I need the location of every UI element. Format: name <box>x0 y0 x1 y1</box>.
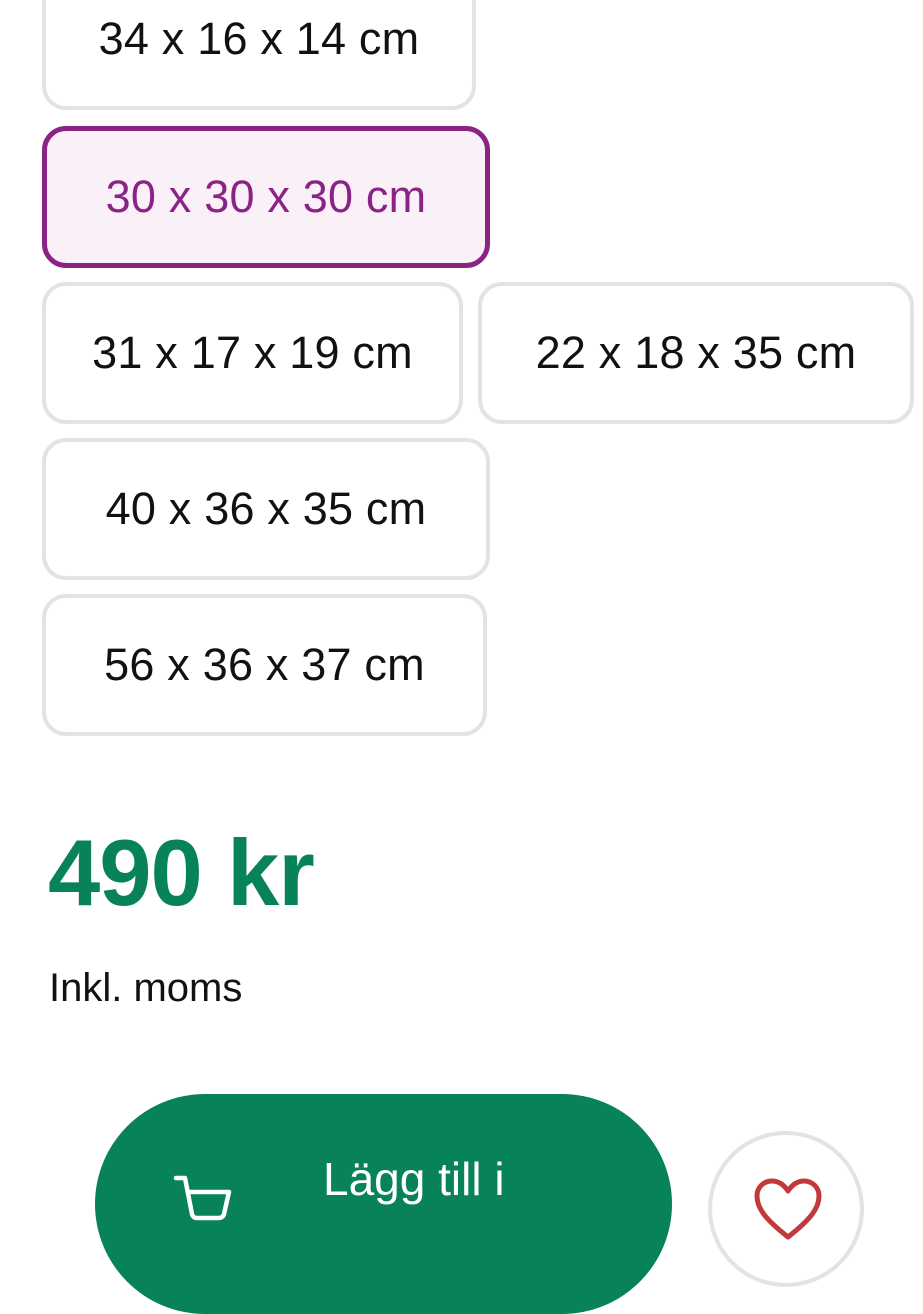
size-option[interactable]: 34 x 16 x 14 cm <box>42 0 476 110</box>
vat-note: Inkl. moms <box>49 966 243 1010</box>
heart-icon <box>754 1178 822 1240</box>
cart-icon <box>173 1175 232 1221</box>
size-option-selected[interactable]: 30 x 30 x 30 cm <box>42 126 490 268</box>
size-option[interactable]: 31 x 17 x 19 cm <box>42 282 463 424</box>
size-option-label: 40 x 36 x 35 cm <box>105 483 427 534</box>
size-option-label: 34 x 16 x 14 cm <box>98 13 420 64</box>
size-option-label: 56 x 36 x 37 cm <box>104 639 425 690</box>
size-option-label: 30 x 30 x 30 cm <box>105 171 427 222</box>
size-option-label: 22 x 18 x 35 cm <box>535 327 857 378</box>
size-option[interactable]: 40 x 36 x 35 cm <box>42 438 490 580</box>
size-option-label: 31 x 17 x 19 cm <box>92 327 413 378</box>
wishlist-button[interactable] <box>708 1131 864 1287</box>
size-option[interactable]: 22 x 18 x 35 cm <box>478 282 914 424</box>
add-to-cart-label: Lägg till i <box>323 1153 505 1205</box>
size-option[interactable]: 56 x 36 x 37 cm <box>42 594 487 736</box>
add-to-cart-button[interactable]: Lägg till i <box>95 1094 672 1314</box>
price: 490 kr <box>48 820 315 925</box>
